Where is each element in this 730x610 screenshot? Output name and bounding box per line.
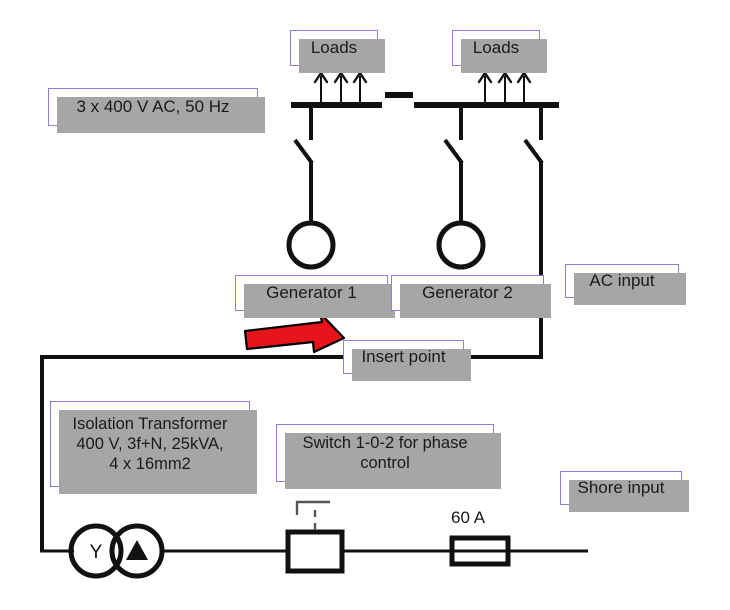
- callout-insert-point[interactable]: Insert point: [343, 340, 471, 381]
- callout-supply-spec-label: 3 x 400 V AC, 50 Hz: [76, 96, 230, 116]
- isolation-transformer-line-1: Isolation Transformer: [72, 414, 228, 433]
- callout-loads-1-label: Loads: [310, 37, 358, 57]
- callout-generator-2-label: Generator 2: [422, 282, 513, 302]
- isolation-transformer-line-3: 4 x 16mm2: [109, 455, 191, 474]
- callout-ac-input[interactable]: AC input: [565, 264, 686, 305]
- isolation-transformer-line-2: 400 V, 3f+N, 25kVA,: [76, 434, 224, 453]
- ac-input-feeder: [523, 105, 544, 357]
- callout-loads-2[interactable]: Loads: [452, 30, 547, 73]
- callout-phase-switch[interactable]: Switch 1-0-2 for phase control: [276, 424, 501, 489]
- callout-shore-input[interactable]: Shore input: [560, 471, 689, 512]
- insert-point-arrow: [243, 311, 346, 354]
- callout-supply-spec[interactable]: 3 x 400 V AC, 50 Hz: [48, 88, 265, 133]
- callout-insert-point-label: Insert point: [361, 346, 446, 366]
- callout-generator-1[interactable]: Generator 1: [235, 275, 395, 318]
- phase-switch-symbol: [285, 529, 345, 574]
- transformer-wye-label: Y: [90, 542, 103, 563]
- phase-switch-control-bracket: [295, 500, 330, 515]
- callout-generator-1-label: Generator 1: [266, 282, 357, 302]
- phase-switch-line-2: control: [360, 454, 410, 472]
- callout-generator-2[interactable]: Generator 2: [391, 275, 551, 318]
- callout-ac-input-label: AC input: [589, 270, 655, 290]
- phase-switch-line-1: Switch 1-0-2 for phase: [302, 433, 468, 452]
- fuse-rating-label: 60 A: [451, 508, 486, 527]
- diagram-canvas: Y Loads Loads 3 x 400 V AC, 50 Hz Genera…: [0, 0, 730, 610]
- generator-2-feeder: [443, 105, 464, 228]
- transformer-delta-label: [126, 540, 148, 560]
- callout-isolation-transformer[interactable]: Isolation Transformer 400 V, 3f+N, 25kVA…: [50, 401, 257, 494]
- generator-1-symbol: [286, 220, 336, 270]
- callout-shore-input-label: Shore input: [577, 477, 665, 497]
- callout-loads-1[interactable]: Loads: [290, 30, 385, 73]
- callout-loads-2-label: Loads: [472, 37, 520, 57]
- generator-1-feeder: [293, 105, 314, 228]
- generator-2-symbol: [436, 220, 486, 270]
